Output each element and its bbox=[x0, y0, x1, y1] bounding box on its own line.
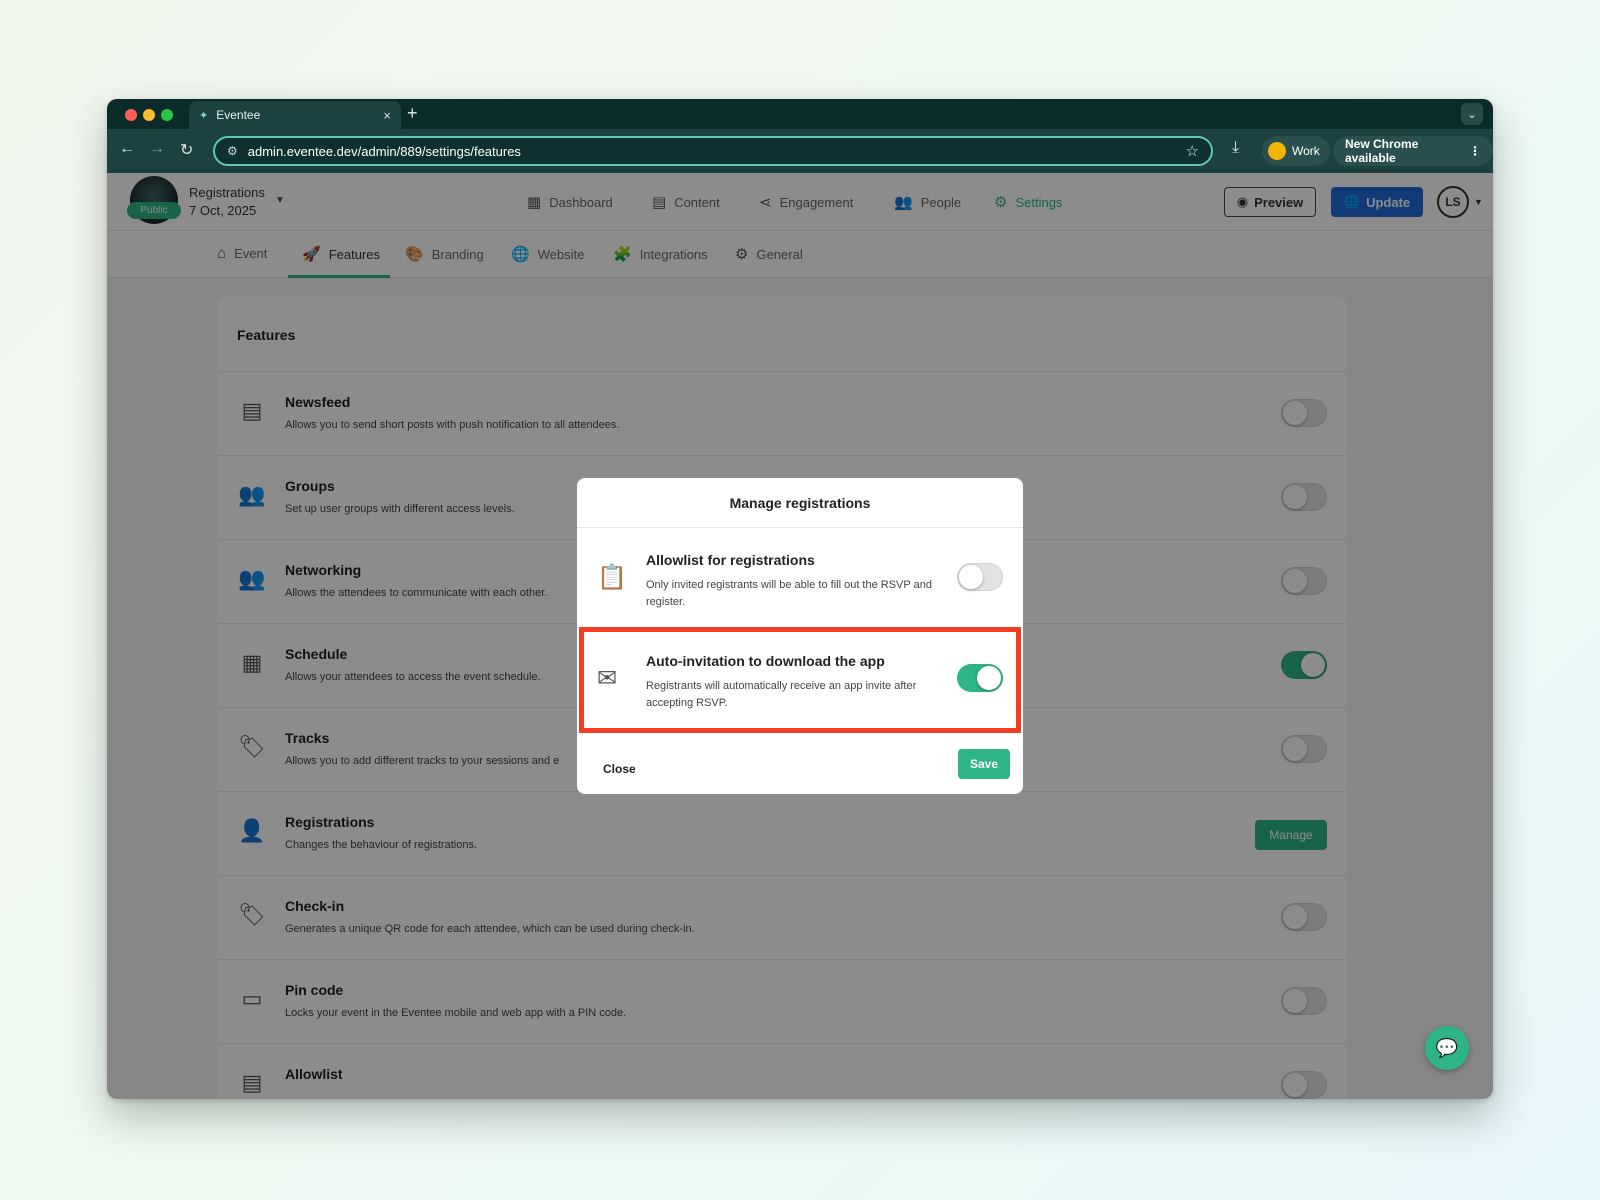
allowlist-option: 📋 Allowlist for registrations Only invit… bbox=[577, 529, 1023, 627]
chat-icon: 💬 bbox=[1435, 1037, 1459, 1058]
eventee-admin-app: Public Registrations 7 Oct, 2025 ▼ ▦ Das… bbox=[107, 173, 1493, 1099]
new-tab-button[interactable]: + bbox=[407, 103, 418, 124]
chat-support-button[interactable]: 💬 bbox=[1425, 1026, 1469, 1070]
modal-title: Manage registrations bbox=[577, 478, 1023, 528]
toggle-knob bbox=[959, 565, 983, 589]
browser-toolbar: ← → ↻ ⚙ admin.eventee.dev/admin/889/sett… bbox=[107, 129, 1493, 173]
browser-window: ✦ Eventee × + ⌄ ← → ↻ ⚙ admin.eventee.de… bbox=[107, 99, 1493, 1099]
maximize-window-button[interactable] bbox=[161, 109, 173, 121]
url-text[interactable]: admin.eventee.dev/admin/889/settings/fea… bbox=[248, 144, 1186, 159]
browser-tab[interactable]: ✦ Eventee × bbox=[189, 101, 401, 129]
close-tab-icon[interactable]: × bbox=[383, 108, 391, 123]
tab-search-button[interactable]: ⌄ bbox=[1461, 103, 1483, 125]
minimize-window-button[interactable] bbox=[143, 109, 155, 121]
option-title: Allowlist for registrations bbox=[646, 552, 815, 568]
forward-arrow-icon[interactable]: → bbox=[149, 140, 165, 158]
download-icon[interactable]: ⤓ bbox=[1232, 139, 1239, 157]
allowlist-registrations-toggle[interactable] bbox=[957, 563, 1003, 591]
update-notice-label: New Chrome available bbox=[1345, 137, 1419, 165]
manage-registrations-modal: Manage registrations 📋 Allowlist for reg… bbox=[577, 478, 1023, 794]
option-desc: Only invited registrants will be able to… bbox=[646, 579, 932, 608]
kebab-menu-icon[interactable]: ⋮ bbox=[1469, 144, 1481, 158]
save-button[interactable]: Save bbox=[958, 749, 1010, 779]
highlight-annotation bbox=[579, 627, 1021, 733]
clipboard-check-icon: 📋 bbox=[597, 564, 627, 591]
reload-icon[interactable]: ↻ bbox=[180, 140, 193, 160]
back-arrow-icon[interactable]: ← bbox=[119, 140, 135, 158]
tab-title: Eventee bbox=[216, 108, 261, 122]
tab-strip: ✦ Eventee × + ⌄ bbox=[107, 99, 1493, 129]
star-icon[interactable]: ☆ bbox=[1186, 142, 1199, 160]
close-button[interactable]: Close bbox=[603, 762, 636, 776]
profile-button[interactable]: Work bbox=[1262, 136, 1330, 166]
profile-avatar-icon bbox=[1268, 142, 1286, 160]
site-settings-icon[interactable]: ⚙ bbox=[227, 144, 238, 158]
profile-label: Work bbox=[1292, 144, 1320, 158]
chrome-update-button[interactable]: New Chrome available ⋮ bbox=[1333, 136, 1493, 166]
eventee-favicon-icon: ✦ bbox=[199, 109, 209, 122]
close-window-button[interactable] bbox=[125, 109, 137, 121]
address-bar[interactable]: ⚙ admin.eventee.dev/admin/889/settings/f… bbox=[213, 136, 1213, 166]
